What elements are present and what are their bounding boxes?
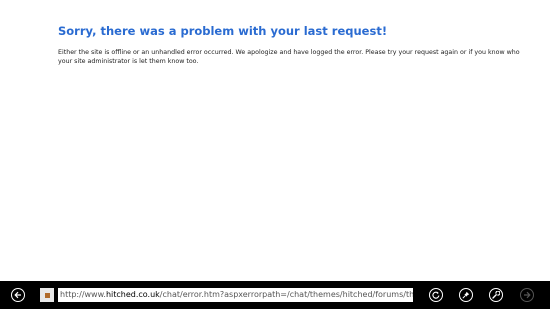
error-content: Sorry, there was a problem with your las…: [58, 24, 528, 66]
error-title: Sorry, there was a problem with your las…: [58, 24, 388, 38]
url-domain: hitched.co.uk: [105, 290, 160, 299]
refresh-icon: [432, 291, 440, 299]
site-favicon: [40, 288, 54, 302]
url-path: /chat/error.htm?aspxerrorpath=/chat/them…: [159, 290, 413, 299]
wrench-icon: [492, 291, 500, 299]
error-message: Either the site is offline or an unhandl…: [58, 49, 520, 65]
forward-arrow-icon: [524, 291, 531, 299]
pin-icon: [462, 291, 470, 299]
back-arrow-icon: [14, 291, 21, 299]
refresh-button[interactable]: [429, 288, 443, 302]
forward-button[interactable]: [520, 288, 534, 302]
browser-app-bar: http://www.hitched.co.uk/chat/error.htm?…: [0, 281, 550, 309]
url-prefix: http://www.: [60, 290, 106, 299]
page-tools-button[interactable]: [489, 288, 503, 302]
back-button[interactable]: [11, 288, 25, 302]
address-bar[interactable]: http://www.hitched.co.uk/chat/error.htm?…: [58, 288, 413, 302]
pin-button[interactable]: [459, 288, 473, 302]
